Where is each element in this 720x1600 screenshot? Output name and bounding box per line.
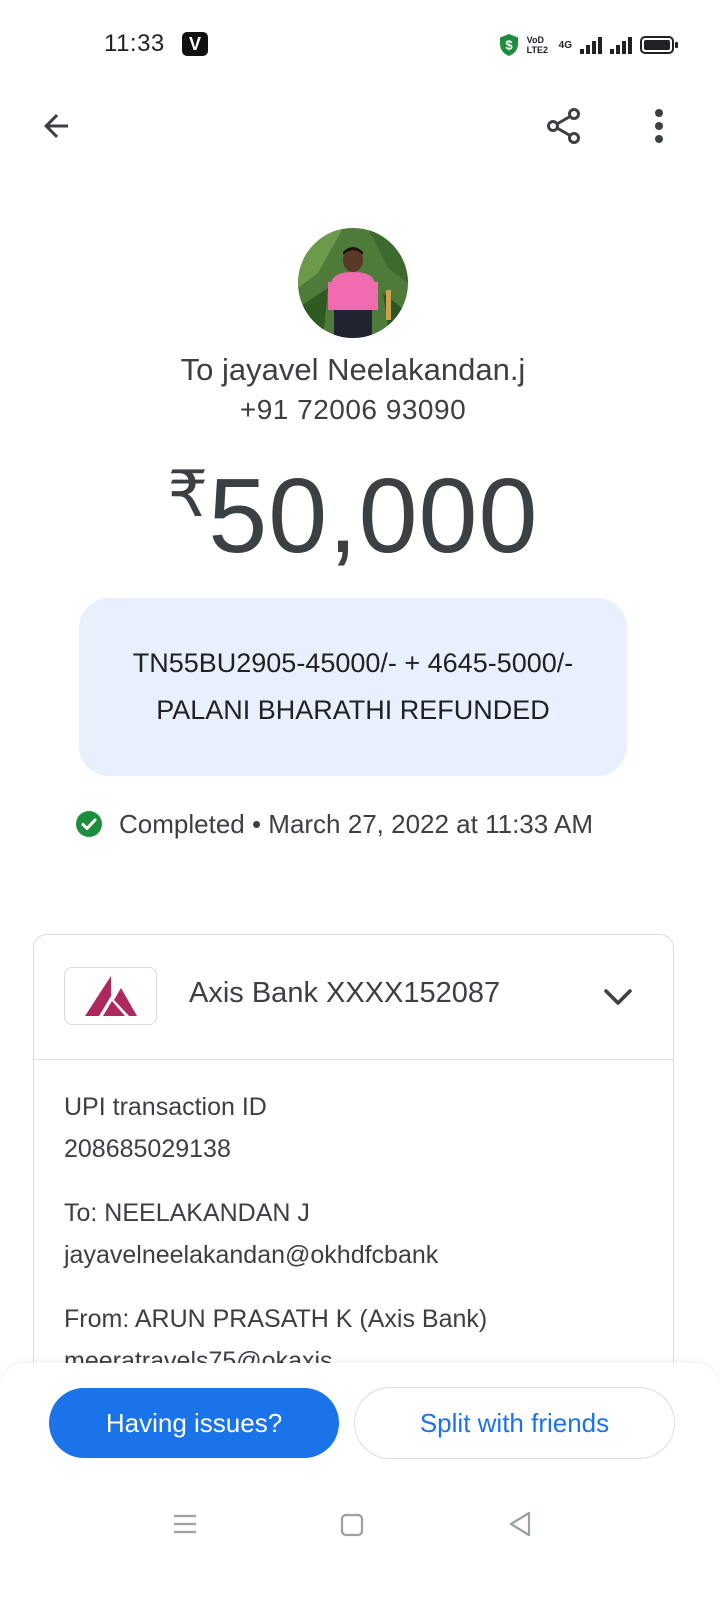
payment-status-text: Completed • March 27, 2022 at 11:33 AM xyxy=(119,808,594,839)
volte-indicator: VoD LTE2 xyxy=(526,35,548,55)
split-with-friends-button[interactable]: Split with friends xyxy=(354,1387,675,1459)
back-button[interactable] xyxy=(32,102,80,150)
share-icon xyxy=(547,108,580,144)
more-vert-icon xyxy=(655,109,663,143)
axis-bank-logo-mark xyxy=(84,976,137,1016)
chevron-down-icon[interactable] xyxy=(600,979,636,1015)
amount-value: 50,000 xyxy=(208,457,539,575)
bank-account-header[interactable]: Axis Bank XXXX152087 xyxy=(34,935,673,1060)
signal-1-icon xyxy=(580,36,602,54)
axis-bank-logo xyxy=(64,967,157,1025)
upi-transaction-id-label: UPI transaction ID xyxy=(64,1093,267,1121)
having-issues-button[interactable]: Having issues? xyxy=(49,1388,339,1458)
recipient-name: To jayavel Neelakandan.j xyxy=(180,352,526,387)
status-indicators: $ VoD LTE2 4G xyxy=(499,30,678,60)
currency-symbol: ₹ xyxy=(167,458,209,530)
bank-account-name: Axis Bank XXXX152087 xyxy=(189,977,501,1009)
battery-icon xyxy=(640,36,678,54)
payment-note-text: TN55BU2905-45000/- + 4645-5000/- PALANI … xyxy=(132,648,574,725)
network-type: 4G xyxy=(558,39,572,51)
payment-status: Completed • March 27, 2022 at 11:33 AM xyxy=(76,806,593,842)
payment-amount: ₹50,000 xyxy=(0,456,706,577)
arrow-back-icon xyxy=(44,114,68,138)
check-circle-icon xyxy=(76,811,102,837)
upi-transaction-id-value: 208685029138 xyxy=(64,1135,231,1163)
recipient-avatar xyxy=(298,228,408,338)
recipient-phone: +91 72006 93090 xyxy=(239,394,467,425)
payment-note: TN55BU2905-45000/- + 4645-5000/- PALANI … xyxy=(79,598,627,776)
share-button[interactable] xyxy=(540,102,588,150)
svg-text:$: $ xyxy=(505,38,513,53)
nav-back-icon[interactable] xyxy=(507,1510,533,1538)
sender-account-label: From: ARUN PRASATH K (Axis Bank) xyxy=(64,1305,488,1333)
shield-dollar-icon: $ xyxy=(499,34,518,56)
status-time: 11:33 xyxy=(104,30,165,57)
home-icon[interactable] xyxy=(340,1513,364,1537)
avatar-photo xyxy=(298,228,408,338)
bottom-action-bar: Having issues? Split with friends xyxy=(0,1363,720,1600)
signal-2-icon xyxy=(610,36,632,54)
recent-apps-icon[interactable] xyxy=(172,1512,198,1536)
recipient-upi-id: jayavelneelakandan@okhdfcbank xyxy=(64,1241,439,1269)
recipient-account-label: To: NEELAKANDAN J xyxy=(64,1199,310,1227)
notification-app-icon: V xyxy=(182,32,208,56)
more-options-button[interactable] xyxy=(635,102,683,150)
status-bar: 11:33 V $ VoD LTE2 4G xyxy=(0,0,720,90)
system-nav-bar xyxy=(0,1500,720,1560)
